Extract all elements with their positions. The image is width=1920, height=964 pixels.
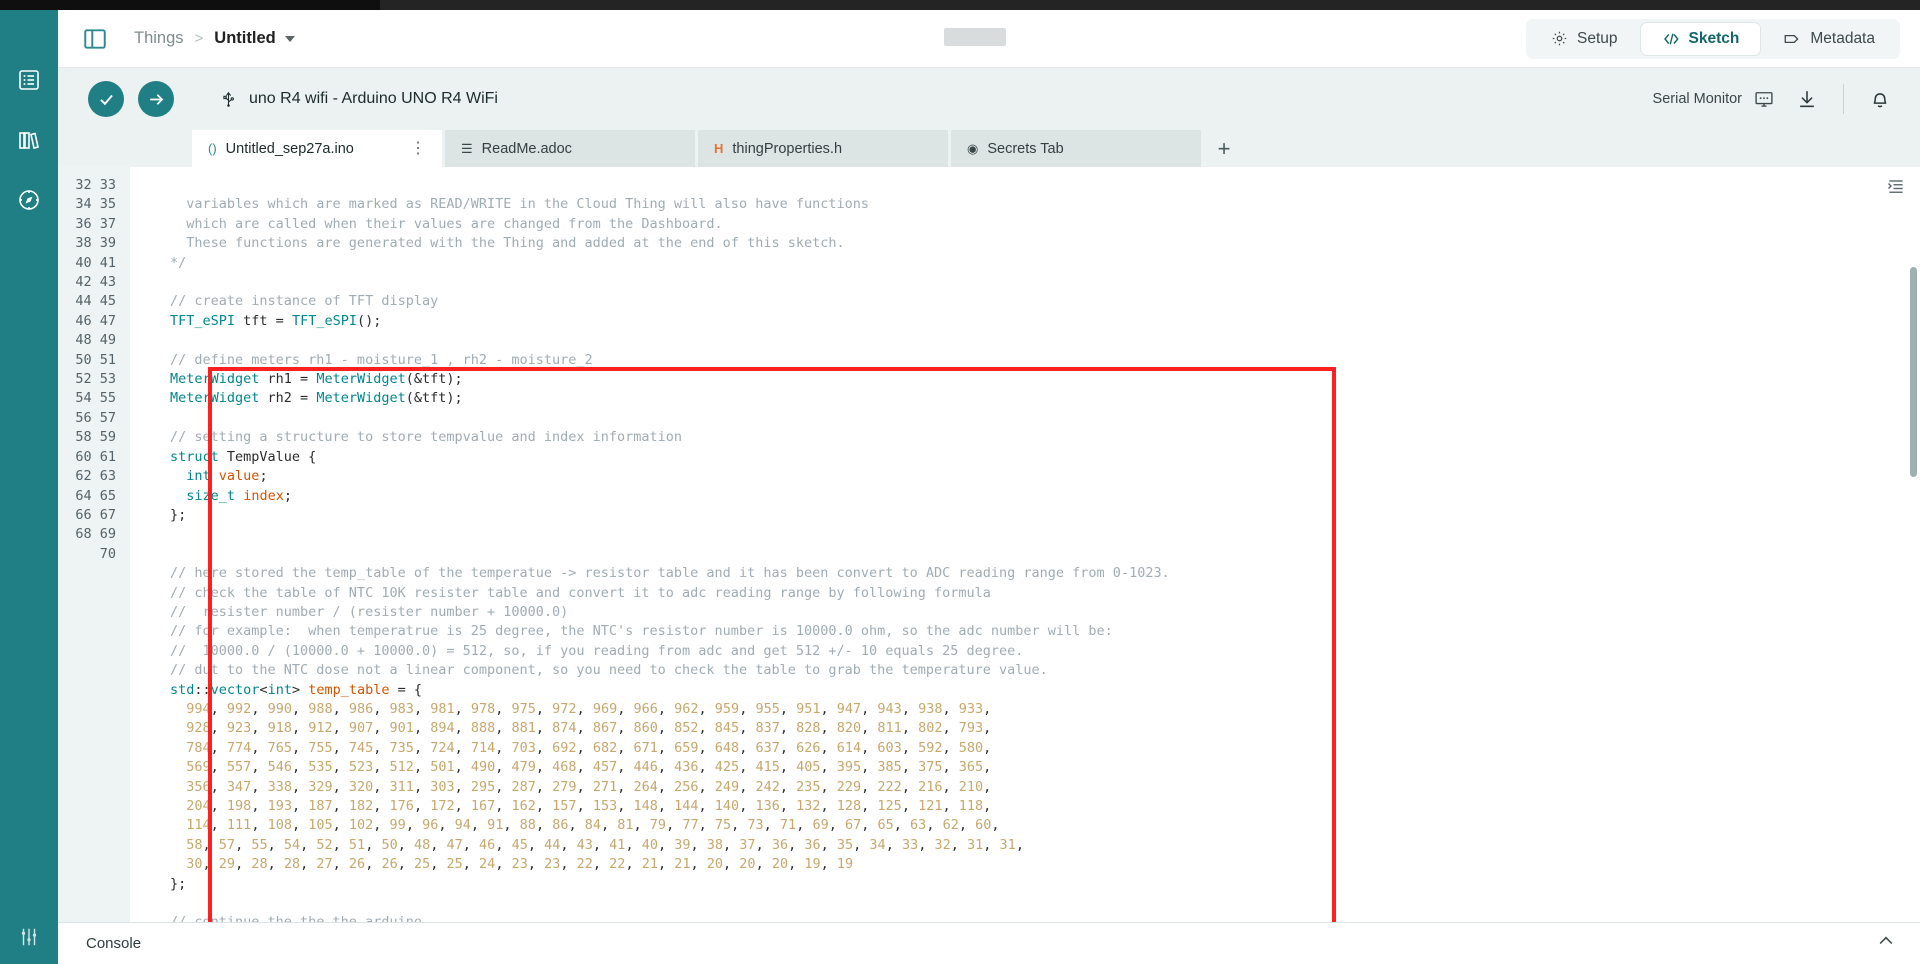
file-tab-label: Untitled_sep27a.ino: [225, 140, 354, 157]
tab-metadata[interactable]: Metadata: [1762, 23, 1896, 55]
file-tab-bar: () Untitled_sep27a.ino ⋮ ☰ ReadMe.adoc H…: [58, 130, 1920, 167]
editor-toolbar: uno R4 wifi - Arduino UNO R4 WiFi Serial…: [58, 68, 1920, 130]
upload-button[interactable]: [138, 81, 174, 117]
file-tab-ino[interactable]: () Untitled_sep27a.ino ⋮: [192, 130, 442, 167]
add-file-button[interactable]: +: [1204, 130, 1244, 167]
breadcrumb-current[interactable]: Untitled: [214, 29, 275, 48]
console-label: Console: [86, 935, 142, 952]
books-icon: [19, 132, 39, 149]
chevron-up-icon: [1879, 936, 1893, 945]
board-label: uno R4 wifi - Arduino UNO R4 WiFi: [249, 90, 498, 107]
line-number-gutter: 32 33 34 35 36 37 38 39 40 41 42 43 44 4…: [58, 167, 130, 922]
file-tab-secrets[interactable]: ◉ Secrets Tab: [951, 130, 1201, 167]
os-titlebar-left: [0, 0, 380, 10]
gear-icon: [1552, 31, 1567, 46]
ino-file-icon: (): [208, 141, 217, 156]
format-code-icon: [1887, 180, 1903, 193]
compass-icon: [19, 190, 39, 210]
tag-icon: [1784, 34, 1799, 43]
os-titlebar: [0, 0, 1920, 10]
file-tab-header[interactable]: H thingProperties.h: [698, 130, 948, 167]
breadcrumb-separator: >: [194, 30, 204, 47]
app-root: Things > Untitled Setup Sketch Metadata …: [0, 0, 1920, 964]
view-tabs: Setup Sketch Metadata: [1526, 18, 1900, 59]
serial-monitor-label: Serial Monitor: [1652, 91, 1742, 107]
tab-metadata-label: Metadata: [1810, 29, 1875, 47]
arrow-right-icon: [149, 93, 163, 105]
sliders-icon: [21, 928, 37, 946]
breadcrumb: Things > Untitled: [134, 29, 295, 48]
download-icon: [1800, 91, 1814, 108]
toolbar-divider: [1843, 84, 1844, 114]
code-content-area[interactable]: variables which are marked as READ/WRITE…: [130, 167, 1920, 922]
tab-setup-label: Setup: [1577, 29, 1618, 47]
editor-vertical-scrollbar[interactable]: [1910, 267, 1917, 477]
code-icon: [1663, 33, 1679, 44]
header-file-icon: H: [714, 141, 724, 156]
file-tab-adoc[interactable]: ☰ ReadMe.adoc: [445, 130, 695, 167]
code-editor[interactable]: 32 33 34 35 36 37 38 39 40 41 42 43 44 4…: [58, 167, 1920, 922]
download-button[interactable]: [1791, 83, 1823, 115]
adoc-file-icon: ☰: [461, 140, 473, 156]
sidebar-item-explore[interactable]: [9, 180, 49, 220]
breadcrumb-caret-icon[interactable]: [284, 35, 295, 42]
notifications-button[interactable]: [1864, 83, 1896, 115]
check-icon: [99, 94, 113, 105]
serial-monitor-button[interactable]: Serial Monitor: [1653, 89, 1775, 109]
board-selector[interactable]: uno R4 wifi - Arduino UNO R4 WiFi: [220, 90, 498, 109]
tab-setup[interactable]: Setup: [1530, 23, 1639, 55]
sidebar-item-things[interactable]: [9, 60, 49, 100]
tab-sketch[interactable]: Sketch: [1640, 22, 1761, 55]
secrets-file-icon: ◉: [967, 140, 979, 156]
source-code[interactable]: variables which are marked as READ/WRITE…: [130, 176, 1920, 922]
file-tab-label: thingProperties.h: [732, 140, 843, 157]
sidebar-item-library[interactable]: [9, 120, 49, 160]
monitor-icon: [1755, 92, 1773, 107]
body-split: Things > Untitled Setup Sketch Metadata …: [0, 10, 1920, 964]
breadcrumb-root[interactable]: Things: [134, 29, 184, 48]
bell-icon: [1873, 93, 1887, 108]
app-header: Things > Untitled Setup Sketch Metadata: [58, 10, 1920, 68]
format-code-button[interactable]: [1886, 176, 1906, 201]
panel-toggle-button[interactable]: [78, 22, 112, 56]
file-tab-label: ReadMe.adoc: [481, 140, 572, 157]
main-column: Things > Untitled Setup Sketch Metadata …: [58, 10, 1920, 964]
left-rail: [0, 10, 58, 964]
file-tab-label: Secrets Tab: [987, 140, 1064, 157]
editor-toolbar-left: uno R4 wifi - Arduino UNO R4 WiFi: [58, 81, 498, 117]
tab-sketch-label: Sketch: [1688, 29, 1740, 47]
editor-toolbar-right: Serial Monitor: [1653, 83, 1896, 115]
usb-icon: [223, 91, 234, 107]
file-tab-menu-icon[interactable]: ⋮: [410, 140, 426, 156]
list-icon: [19, 70, 39, 90]
redacted-field: [944, 28, 1006, 46]
os-titlebar-right: [380, 0, 1920, 10]
sidebar-panel-icon: [84, 28, 106, 49]
verify-button[interactable]: [88, 81, 124, 117]
console-bar[interactable]: Console: [58, 922, 1920, 964]
sidebar-item-settings[interactable]: [0, 926, 58, 948]
console-expand-button[interactable]: [1876, 931, 1896, 956]
